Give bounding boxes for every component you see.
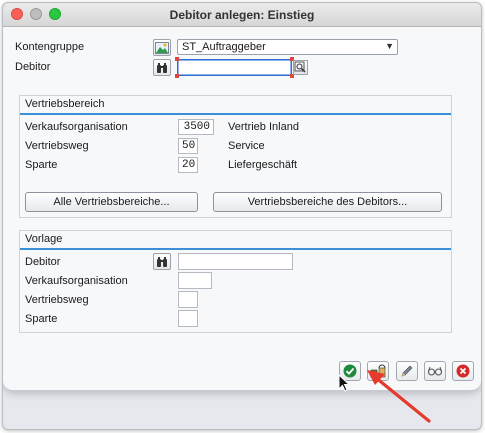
landscape-icon	[155, 41, 169, 54]
binoculars-icon	[157, 62, 167, 73]
debitor-label: Debitor	[15, 61, 51, 73]
vorlage-debitor-input[interactable]	[178, 253, 293, 270]
vorlage-sparte-input[interactable]	[178, 310, 198, 327]
vtweg-label: Vertriebsweg	[25, 140, 89, 152]
vorlage-debitor-search-button[interactable]	[153, 253, 171, 270]
kontengruppe-icon-button[interactable]	[153, 39, 171, 56]
screenshot-frame: Debitor anlegen: Einstieg Kontengruppe S…	[2, 2, 482, 430]
vtweg-input[interactable]: 50	[178, 138, 198, 154]
debitor-input[interactable]	[177, 59, 292, 76]
selection-handle	[175, 74, 179, 78]
search-help-button[interactable]	[293, 60, 308, 75]
sparte-input[interactable]: 20	[178, 157, 198, 173]
vkorg-input[interactable]: 3500	[178, 119, 214, 135]
group-divider	[20, 113, 451, 115]
vertriebsbereich-group: Vertriebsbereich Verkaufsorganisation 35…	[19, 95, 452, 218]
vorlage-debitor-label: Debitor	[25, 256, 61, 268]
kontengruppe-value: ST_Auftraggeber	[182, 41, 266, 53]
kontengruppe-label: Kontengruppe	[15, 41, 85, 53]
magnifier-icon	[294, 61, 306, 73]
sparte-label: Sparte	[25, 159, 58, 171]
sparte-text: Liefergeschäft	[228, 159, 298, 171]
vorlage-group: Vorlage Debitor Verkaufsorganisation Ver…	[19, 230, 452, 333]
vorlage-sparte-label: Sparte	[25, 313, 58, 325]
cancel-button[interactable]	[452, 361, 474, 381]
kontengruppe-dropdown[interactable]: ST_Auftraggeber ▼	[177, 39, 398, 55]
debitor-sales-areas-button[interactable]: Vertriebsbereiche des Debitors...	[213, 192, 442, 212]
vorlage-vkorg-label: Verkaufsorganisation	[25, 275, 128, 287]
vorlage-vtweg-label: Vertriebsweg	[25, 294, 89, 306]
vkorg-text: Vertrieb Inland	[228, 121, 299, 133]
vertriebsbereich-title: Vertriebsbereich	[25, 98, 105, 110]
cancel-icon	[456, 364, 470, 378]
debitor-search-button[interactable]	[153, 59, 171, 76]
binoculars-icon	[157, 256, 167, 267]
mouse-cursor-icon	[338, 374, 350, 392]
selection-handle	[175, 57, 179, 61]
vtweg-text: Service	[228, 140, 265, 152]
vorlage-vkorg-input[interactable]	[178, 272, 212, 289]
title-bar[interactable]: Debitor anlegen: Einstieg	[3, 3, 481, 27]
all-sales-areas-button[interactable]: Alle Vertriebsbereiche...	[25, 192, 198, 212]
group-divider	[20, 248, 451, 250]
vorlage-title: Vorlage	[25, 233, 63, 245]
chevron-down-icon: ▼	[385, 41, 394, 51]
vorlage-vtweg-input[interactable]	[178, 291, 198, 308]
annotation-arrow-icon	[367, 370, 431, 423]
window-title: Debitor anlegen: Einstieg	[169, 8, 315, 22]
dialog-window: Debitor anlegen: Einstieg Kontengruppe S…	[3, 3, 481, 391]
vkorg-label: Verkaufsorganisation	[25, 121, 128, 133]
